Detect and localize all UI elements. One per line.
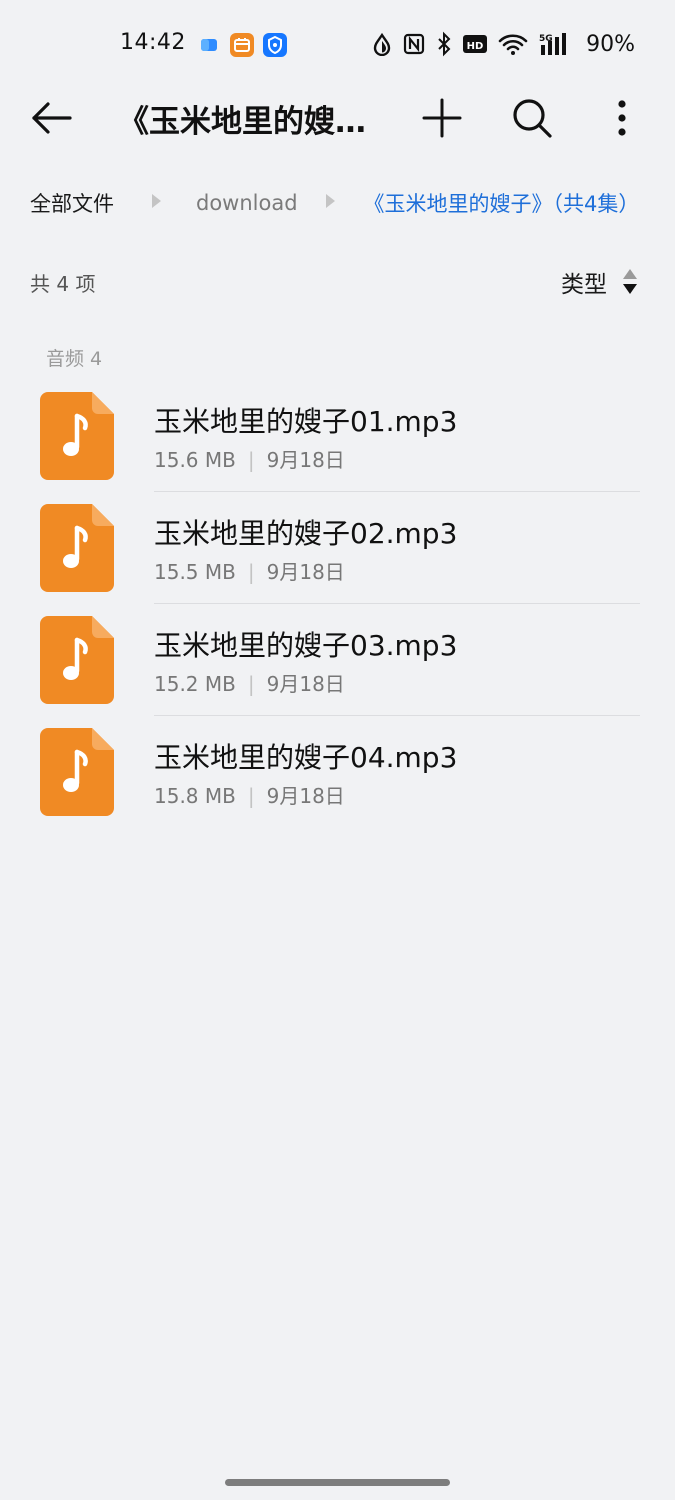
file-size: 15.2 MB <box>154 672 236 696</box>
file-meta: 15.6 MB | 9月18日 <box>154 444 345 473</box>
item-count: 共 4 项 <box>30 272 96 296</box>
meta-divider: | <box>247 448 255 472</box>
audio-file-icon <box>40 504 114 592</box>
page-title: 《玉米地里的嫂子》（共4集） <box>118 104 373 140</box>
home-indicator[interactable] <box>225 1479 450 1486</box>
status-bar: 14:42 HD 5G 90% <box>0 0 675 88</box>
audio-file-icon <box>40 392 114 480</box>
more-vertical-icon <box>618 100 626 136</box>
battery-level: 90% <box>586 31 635 57</box>
audio-file-icon <box>40 616 114 704</box>
file-row[interactable]: 玉米地里的嫂子04.mp3 15.8 MB | 9月18日 <box>0 726 675 838</box>
search-icon <box>513 99 552 138</box>
file-name: 玉米地里的嫂子04.mp3 <box>154 741 458 774</box>
file-date: 9月18日 <box>266 784 345 808</box>
meta-divider: | <box>247 784 255 808</box>
app-bar: 《玉米地里的嫂子》（共4集） <box>0 88 675 148</box>
breadcrumb-item-all-files[interactable]: 全部文件 <box>30 188 114 218</box>
file-name: 玉米地里的嫂子02.mp3 <box>154 517 458 550</box>
file-manager-screen: 14:42 HD 5G 90% 《玉米地里的嫂子 全部文件 download 《… <box>0 0 675 1500</box>
back-button[interactable] <box>28 94 76 142</box>
dnd-drop-icon <box>373 32 391 56</box>
nfc-icon <box>403 33 425 55</box>
file-name: 玉米地里的嫂子03.mp3 <box>154 629 458 662</box>
file-name: 玉米地里的嫂子01.mp3 <box>154 405 458 438</box>
row-divider <box>154 603 640 604</box>
chevron-right-icon <box>324 193 336 213</box>
meta-divider: | <box>247 672 255 696</box>
file-size: 15.8 MB <box>154 784 236 808</box>
file-row[interactable]: 玉米地里的嫂子02.mp3 15.5 MB | 9月18日 <box>0 502 675 614</box>
file-date: 9月18日 <box>266 672 345 696</box>
row-divider <box>154 715 640 716</box>
file-row[interactable]: 玉米地里的嫂子03.mp3 15.2 MB | 9月18日 <box>0 614 675 726</box>
file-meta: 15.5 MB | 9月18日 <box>154 556 345 585</box>
more-options-button[interactable] <box>598 94 646 142</box>
sort-button[interactable]: 类型 <box>561 264 639 300</box>
signal-icon: 5G <box>539 33 567 55</box>
file-list: 玉米地里的嫂子01.mp3 15.6 MB | 9月18日 玉米地里的嫂子02.mp… <box>0 390 675 838</box>
file-date: 9月18日 <box>266 448 345 472</box>
sort-label: 类型 <box>561 272 607 298</box>
plus-icon <box>422 98 462 138</box>
add-button[interactable] <box>418 94 466 142</box>
sort-toggle-icon <box>623 269 637 294</box>
meta-divider: | <box>247 560 255 584</box>
audio-file-icon <box>40 728 114 816</box>
svg-text:HD: HD <box>467 41 484 52</box>
file-meta: 15.2 MB | 9月18日 <box>154 668 345 697</box>
hd-icon: HD <box>463 35 488 53</box>
breadcrumb-item-current[interactable]: 《玉米地里的嫂子》（共4集） <box>364 188 640 218</box>
breadcrumb-item-download[interactable]: download <box>196 191 298 215</box>
notification-shield-icon <box>263 33 287 57</box>
notification-calendar-icon <box>230 33 254 57</box>
file-date: 9月18日 <box>266 560 345 584</box>
status-time: 14:42 <box>120 30 186 55</box>
file-meta: 15.8 MB | 9月18日 <box>154 780 345 809</box>
breadcrumb: 全部文件 download 《玉米地里的嫂子》（共4集） <box>30 186 650 220</box>
file-row[interactable]: 玉米地里的嫂子01.mp3 15.6 MB | 9月18日 <box>0 390 675 502</box>
wifi-icon <box>498 34 528 55</box>
chevron-right-icon <box>150 193 162 213</box>
notification-app-icon <box>198 35 220 55</box>
section-header-audio: 音频 4 <box>46 348 103 370</box>
back-arrow-icon <box>32 102 72 134</box>
system-icons: HD 5G 90% <box>372 28 635 60</box>
search-button[interactable] <box>508 94 556 142</box>
row-divider <box>154 491 640 492</box>
bluetooth-icon <box>438 31 451 57</box>
file-size: 15.6 MB <box>154 448 236 472</box>
file-size: 15.5 MB <box>154 560 236 584</box>
